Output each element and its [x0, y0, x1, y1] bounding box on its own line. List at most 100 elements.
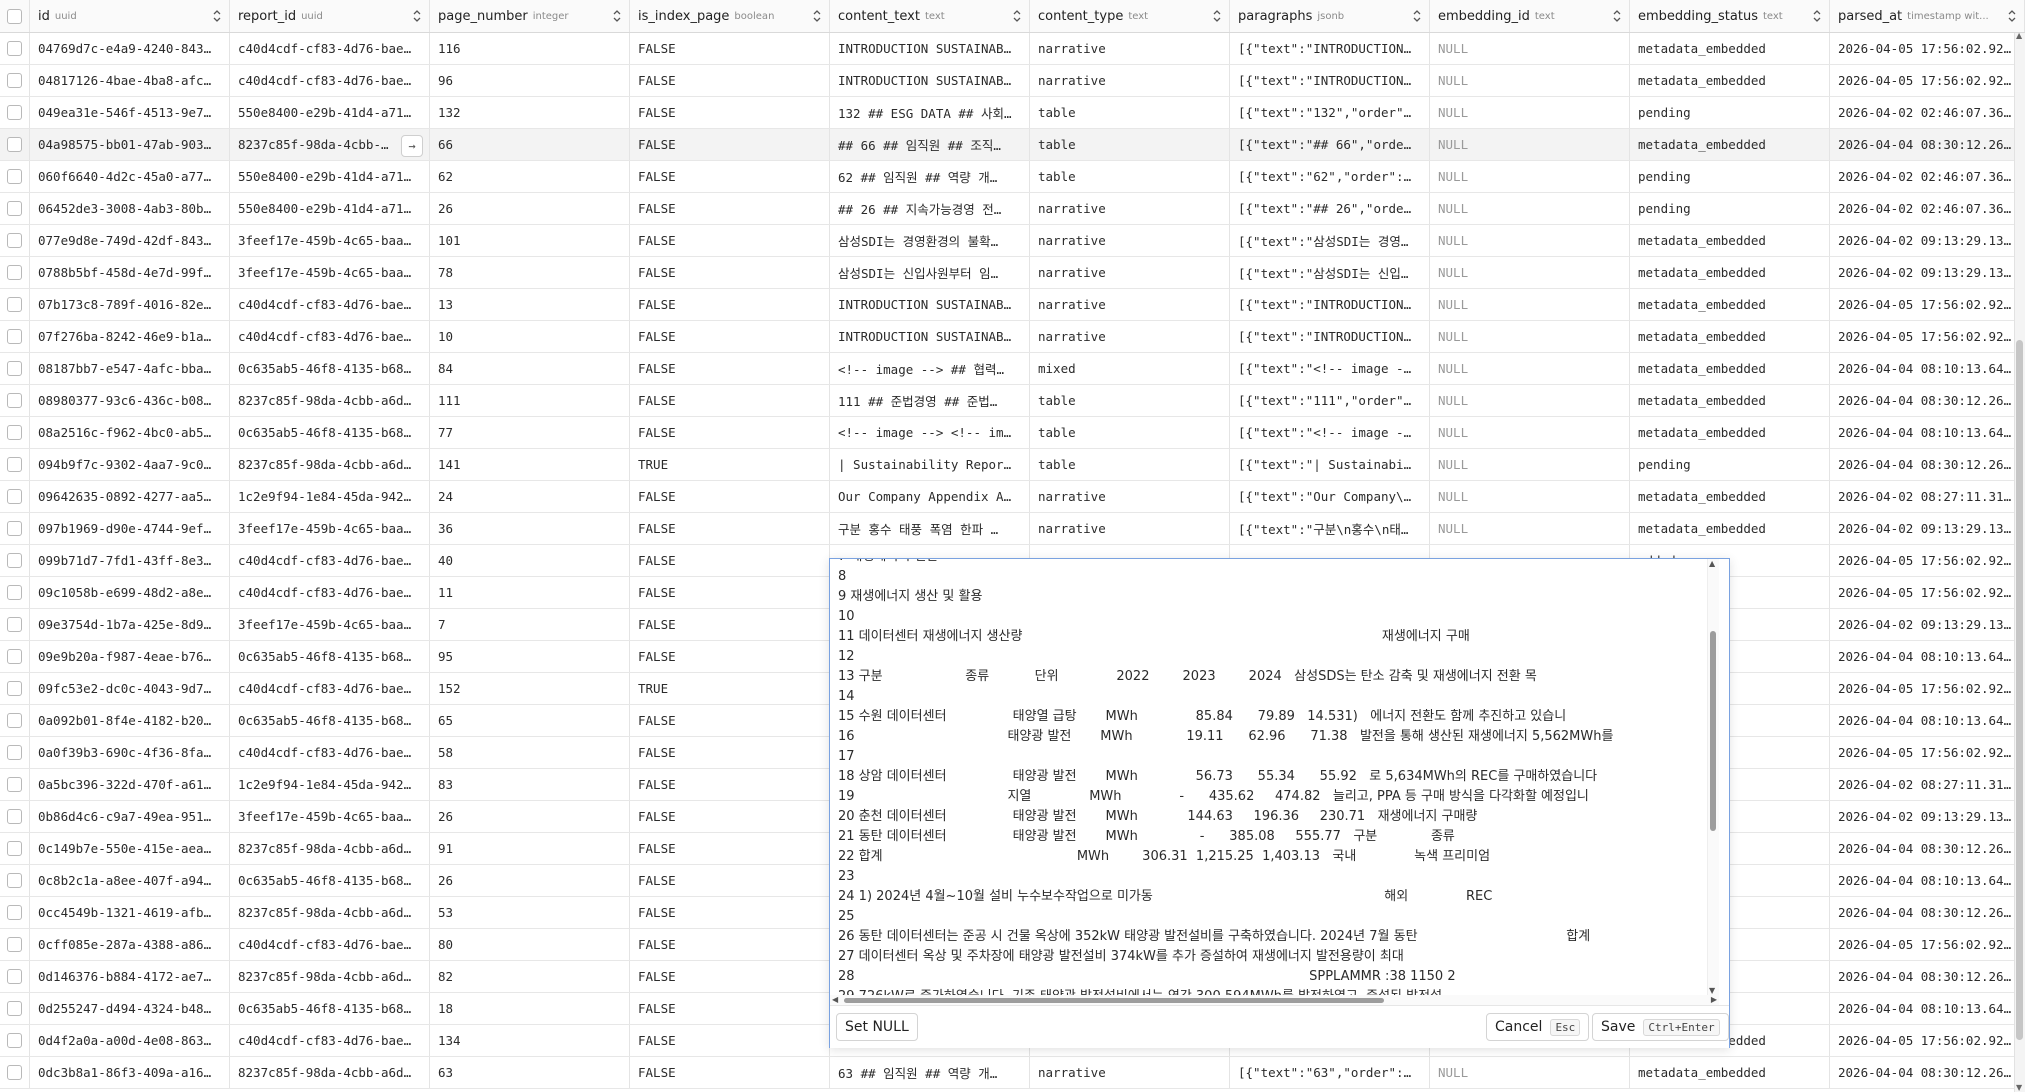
table-cell-report_id[interactable]: 8237c85f-98da-4cbb-a6d… [230, 961, 430, 992]
grid-vertical-scrollbar[interactable]: ▲ ▼ [2014, 31, 2025, 1092]
table-cell-page_number[interactable]: 80 [430, 929, 630, 960]
table-cell-report_id[interactable]: 8237c85f-98da-4cbb-a6d… [230, 833, 430, 864]
row-checkbox-cell[interactable] [0, 609, 30, 640]
table-cell-paragraphs[interactable]: [{"text":"## 66","orde… [1230, 129, 1430, 160]
table-cell-is_index_page[interactable]: FALSE [630, 513, 830, 544]
table-cell-embedding_id[interactable]: NULL [1430, 449, 1630, 480]
table-cell-report_id[interactable]: 0c635ab5-46f8-4135-b68… [230, 993, 430, 1024]
table-cell-id[interactable]: 0c8b2c1a-a8ee-407f-a94… [30, 865, 230, 896]
table-cell-embedding_status[interactable]: metadata_embedded [1630, 33, 1830, 64]
table-cell-is_index_page[interactable]: FALSE [630, 737, 830, 768]
table-cell-report_id[interactable]: 550e8400-e29b-41d4-a71… [230, 193, 430, 224]
row-checkbox[interactable] [7, 457, 22, 472]
row-checkbox-cell[interactable] [0, 225, 30, 256]
table-cell-embedding_status[interactable]: metadata_embedded [1630, 289, 1830, 320]
table-cell-is_index_page[interactable]: TRUE [630, 449, 830, 480]
table-cell-parsed_at[interactable]: 2026-04-02 09:13:29.13… [1830, 257, 2025, 288]
table-cell-id[interactable]: 09fc53e2-dc0c-4043-9d7… [30, 673, 230, 704]
table-cell-parsed_at[interactable]: 2026-04-05 17:56:02.92… [1830, 321, 2025, 352]
table-cell-id[interactable]: 0d4f2a0a-a00d-4e08-863… [30, 1025, 230, 1056]
table-cell-page_number[interactable]: 96 [430, 65, 630, 96]
row-checkbox-cell[interactable] [0, 1057, 30, 1088]
table-cell-parsed_at[interactable]: 2026-04-02 09:13:29.13… [1830, 225, 2025, 256]
row-checkbox[interactable] [7, 777, 22, 792]
table-row[interactable]: 0dc3b8a1-86f3-409a-a16… 8237c85f-98da-4cb… [0, 1057, 2025, 1089]
scroll-up-icon[interactable]: ▲ [2016, 31, 2022, 40]
table-cell-content_text[interactable]: 63 ## 임직원 ## 역량 개… [830, 1057, 1030, 1088]
table-cell-id[interactable]: 04769d7c-e4a9-4240-843… [30, 33, 230, 64]
table-cell-embedding_status[interactable]: metadata_embedded [1630, 321, 1830, 352]
row-checkbox[interactable] [7, 137, 22, 152]
row-checkbox[interactable] [7, 809, 22, 824]
row-checkbox[interactable] [7, 1001, 22, 1016]
row-checkbox[interactable] [7, 265, 22, 280]
row-checkbox-cell[interactable] [0, 737, 30, 768]
table-cell-page_number[interactable]: 82 [430, 961, 630, 992]
table-cell-id[interactable]: 049ea31e-546f-4513-9e7… [30, 97, 230, 128]
row-checkbox-cell[interactable] [0, 481, 30, 512]
table-cell-is_index_page[interactable]: FALSE [630, 577, 830, 608]
table-cell-is_index_page[interactable]: FALSE [630, 897, 830, 928]
table-cell-embedding_id[interactable]: NULL [1430, 33, 1630, 64]
row-checkbox[interactable] [7, 585, 22, 600]
table-cell-embedding_id[interactable]: NULL [1430, 193, 1630, 224]
table-cell-id[interactable]: 08187bb7-e547-4afc-bba… [30, 353, 230, 384]
table-cell-parsed_at[interactable]: 2026-04-04 08:10:13.64… [1830, 641, 2025, 672]
table-cell-report_id[interactable]: c40d4cdf-cf83-4d76-bae… [230, 929, 430, 960]
table-cell-page_number[interactable]: 111 [430, 385, 630, 416]
table-row[interactable]: 06452de3-3008-4ab3-80b… 550e8400-e29b-41d… [0, 193, 2025, 225]
table-cell-id[interactable]: 060f6640-4d2c-45a0-a77… [30, 161, 230, 192]
table-cell-content_type[interactable]: narrative [1030, 321, 1230, 352]
column-header-page_number[interactable]: page_number integer [430, 0, 630, 32]
table-cell-report_id[interactable]: c40d4cdf-cf83-4d76-bae… [230, 321, 430, 352]
table-cell-is_index_page[interactable]: FALSE [630, 1057, 830, 1088]
table-cell-content_type[interactable]: table [1030, 449, 1230, 480]
sort-chevrons-icon[interactable] [813, 9, 821, 23]
table-cell-paragraphs[interactable]: [{"text":"INTRODUCTION… [1230, 65, 1430, 96]
table-cell-paragraphs[interactable]: [{"text":"## 26","orde… [1230, 193, 1430, 224]
table-cell-report_id[interactable]: c40d4cdf-cf83-4d76-bae… [230, 65, 430, 96]
table-row[interactable]: 07b173c8-789f-4016-82e… c40d4cdf-cf83-4d7… [0, 289, 2025, 321]
table-row[interactable]: 077e9d8e-749d-42df-843… 3feef17e-459b-4c6… [0, 225, 2025, 257]
table-row[interactable]: 04817126-4bae-4ba8-afc… c40d4cdf-cf83-4d7… [0, 65, 2025, 97]
row-checkbox-cell[interactable] [0, 577, 30, 608]
table-cell-embedding_status[interactable]: metadata_embedded [1630, 129, 1830, 160]
row-checkbox-cell[interactable] [0, 641, 30, 672]
table-cell-id[interactable]: 0c149b7e-550e-415e-aea… [30, 833, 230, 864]
table-cell-content_type[interactable]: narrative [1030, 33, 1230, 64]
row-checkbox-cell[interactable] [0, 417, 30, 448]
row-checkbox-cell[interactable] [0, 801, 30, 832]
row-checkbox[interactable] [7, 329, 22, 344]
table-row[interactable]: 08a2516c-f962-4bc0-ab5… 0c635ab5-46f8-413… [0, 417, 2025, 449]
table-cell-page_number[interactable]: 13 [430, 289, 630, 320]
table-cell-paragraphs[interactable]: [{"text":"132","order"… [1230, 97, 1430, 128]
column-header-content_text[interactable]: content_text text [830, 0, 1030, 32]
row-checkbox-cell[interactable] [0, 353, 30, 384]
table-cell-embedding_id[interactable]: NULL [1430, 1057, 1630, 1088]
table-cell-report_id[interactable]: c40d4cdf-cf83-4d76-bae… [230, 289, 430, 320]
sort-chevrons-icon[interactable] [1213, 9, 1221, 23]
row-checkbox-cell[interactable] [0, 257, 30, 288]
table-cell-page_number[interactable]: 95 [430, 641, 630, 672]
table-cell-is_index_page[interactable]: FALSE [630, 865, 830, 896]
row-checkbox[interactable] [7, 233, 22, 248]
table-cell-paragraphs[interactable]: [{"text":"<!-- image -… [1230, 417, 1430, 448]
row-checkbox[interactable] [7, 489, 22, 504]
scroll-down-icon[interactable]: ▼ [1709, 986, 1715, 995]
table-cell-embedding_id[interactable]: NULL [1430, 481, 1630, 512]
row-checkbox-cell[interactable] [0, 961, 30, 992]
table-cell-page_number[interactable]: 24 [430, 481, 630, 512]
table-cell-content_text[interactable]: ## 66 ## 임직원 ## 조직… [830, 129, 1030, 160]
table-cell-parsed_at[interactable]: 2026-04-02 08:27:11.31… [1830, 481, 2025, 512]
row-checkbox-cell[interactable] [0, 97, 30, 128]
row-checkbox[interactable] [7, 297, 22, 312]
table-cell-is_index_page[interactable]: FALSE [630, 353, 830, 384]
table-cell-content_text[interactable]: INTRODUCTION SUSTAINAB… [830, 289, 1030, 320]
table-cell-embedding_status[interactable]: metadata_embedded [1630, 257, 1830, 288]
column-header-report_id[interactable]: report_id uuid [230, 0, 430, 32]
table-cell-content_type[interactable]: table [1030, 129, 1230, 160]
table-cell-is_index_page[interactable]: TRUE [630, 673, 830, 704]
table-cell-report_id[interactable]: 550e8400-e29b-41d4-a71… [230, 161, 430, 192]
table-cell-embedding_id[interactable]: NULL [1430, 257, 1630, 288]
table-cell-content_type[interactable]: narrative [1030, 1057, 1230, 1088]
